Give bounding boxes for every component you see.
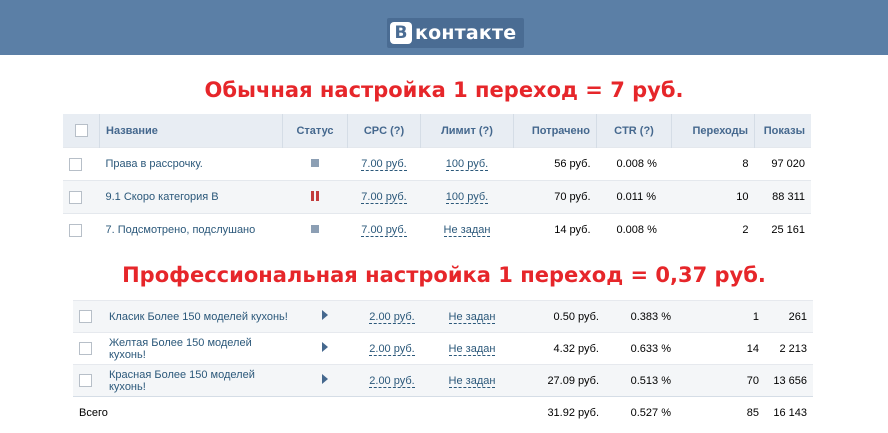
caption-regular-setup: Обычная настройка 1 переход = 7 руб. [204, 78, 684, 102]
select-all-cell [63, 114, 100, 148]
limit-link[interactable]: Не задан [448, 310, 496, 324]
row-checkbox-cell [73, 332, 103, 365]
ctr-value: 0.513 % [605, 364, 677, 397]
limit-link[interactable]: 100 руб. [445, 158, 489, 171]
row-checkbox[interactable] [79, 310, 92, 323]
pause-status-icon[interactable] [311, 190, 319, 201]
table-row: Права в рассрочку. 7.00 руб. 100 руб. 56… [63, 147, 811, 181]
total-row: Всего 31.92 руб. 0.527 % 85 16 143 [73, 396, 813, 428]
total-label: Всего [73, 396, 295, 428]
total-spent: 31.92 руб. [515, 396, 605, 428]
views-value: 25 161 [754, 213, 811, 246]
vk-logo-icon: В [390, 22, 412, 44]
select-all-checkbox[interactable] [74, 124, 88, 137]
spent-value: 0.50 руб. [515, 300, 605, 333]
play-status-icon[interactable] [322, 310, 328, 320]
views-value: 13 656 [765, 364, 813, 397]
table-row: 7. Подсмотрено, подслушано 7.00 руб. Не … [63, 213, 811, 246]
clicks-value: 8 [671, 147, 755, 181]
stop-status-icon[interactable] [311, 225, 319, 233]
ctr-value: 0.383 % [605, 300, 677, 333]
clicks-value: 70 [677, 364, 765, 397]
ads-table-regular: Название Статус CPC (?) Лимит (?) Потрач… [63, 114, 811, 246]
row-checkbox[interactable] [79, 342, 92, 355]
ad-name-link[interactable]: Права в рассрочку. [106, 158, 203, 170]
clicks-value: 14 [677, 332, 765, 365]
ctr-value: 0.008 % [596, 147, 672, 181]
spent-value: 14 руб. [513, 213, 597, 246]
total-clicks: 85 [677, 396, 765, 428]
limit-link[interactable]: Не задан [443, 224, 491, 237]
ad-name-link[interactable]: 9.1 Скоро категория В [106, 191, 219, 203]
ctr-value: 0.008 % [596, 213, 672, 246]
table-row: Класик Более 150 моделей кухонь! 2.00 ру… [73, 300, 813, 333]
cpc-link[interactable]: 2.00 руб. [369, 310, 415, 324]
stop-status-icon[interactable] [311, 159, 319, 167]
table-row: 9.1 Скоро категория В 7.00 руб. 100 руб.… [63, 180, 811, 214]
cpc-link[interactable]: 7.00 руб. [361, 191, 407, 204]
play-status-icon[interactable] [322, 342, 328, 352]
top-bar: В контакте [0, 0, 888, 55]
limit-link[interactable]: Не задан [448, 374, 496, 388]
col-views[interactable]: Показы [754, 114, 811, 148]
cpc-link[interactable]: 7.00 руб. [361, 158, 407, 171]
ctr-value: 0.011 % [596, 180, 672, 214]
clicks-value: 2 [671, 213, 755, 246]
row-checkbox[interactable] [69, 223, 82, 237]
cpc-link[interactable]: 2.00 руб. [369, 342, 415, 356]
table-header-row: Название Статус CPC (?) Лимит (?) Потрач… [63, 114, 811, 148]
clicks-value: 1 [677, 300, 765, 333]
spent-value: 70 руб. [513, 180, 597, 214]
ads-table-professional: Класик Более 150 моделей кухонь! 2.00 ру… [73, 300, 813, 428]
ad-name-link[interactable]: Желтая Более 150 моделей кухонь! [109, 337, 252, 361]
row-checkbox-cell [73, 364, 103, 397]
col-status[interactable]: Статус [282, 114, 348, 148]
row-checkbox-cell [63, 147, 100, 181]
row-checkbox[interactable] [69, 190, 82, 204]
col-spent[interactable]: Потрачено [513, 114, 597, 148]
total-views: 16 143 [765, 396, 813, 428]
table-row: Красная Более 150 моделей кухонь! 2.00 р… [73, 364, 813, 397]
vk-logo[interactable]: В контакте [387, 18, 525, 48]
views-value: 88 311 [754, 180, 811, 214]
clicks-value: 10 [671, 180, 755, 214]
views-value: 261 [765, 300, 813, 333]
total-ctr: 0.527 % [605, 396, 677, 428]
spent-value: 56 руб. [513, 147, 597, 181]
play-status-icon[interactable] [322, 374, 328, 384]
spent-value: 27.09 руб. [515, 364, 605, 397]
row-checkbox-cell [73, 300, 103, 333]
col-ctr[interactable]: CTR (?) [596, 114, 672, 148]
row-checkbox[interactable] [79, 374, 92, 387]
row-checkbox[interactable] [69, 157, 82, 171]
limit-link[interactable]: 100 руб. [445, 191, 489, 204]
table-row: Желтая Более 150 моделей кухонь! 2.00 ру… [73, 332, 813, 365]
ad-name-link[interactable]: 7. Подсмотрено, подслушано [106, 224, 256, 236]
cpc-link[interactable]: 2.00 руб. [369, 374, 415, 388]
limit-link[interactable]: Не задан [448, 342, 496, 356]
col-cpc[interactable]: CPC (?) [347, 114, 421, 148]
views-value: 2 213 [765, 332, 813, 365]
caption-professional-setup: Профессиональная настройка 1 переход = 0… [122, 263, 766, 287]
col-name[interactable]: Название [99, 114, 283, 148]
col-clicks[interactable]: Переходы [671, 114, 755, 148]
ad-name-link[interactable]: Красная Более 150 моделей кухонь! [109, 369, 255, 393]
row-checkbox-cell [63, 213, 100, 246]
spent-value: 4.32 руб. [515, 332, 605, 365]
views-value: 97 020 [754, 147, 811, 181]
ctr-value: 0.633 % [605, 332, 677, 365]
vk-logo-text: контакте [415, 22, 517, 44]
ad-name-link[interactable]: Класик Более 150 моделей кухонь! [109, 311, 288, 323]
col-limit[interactable]: Лимит (?) [420, 114, 514, 148]
cpc-link[interactable]: 7.00 руб. [361, 224, 407, 237]
row-checkbox-cell [63, 180, 100, 214]
